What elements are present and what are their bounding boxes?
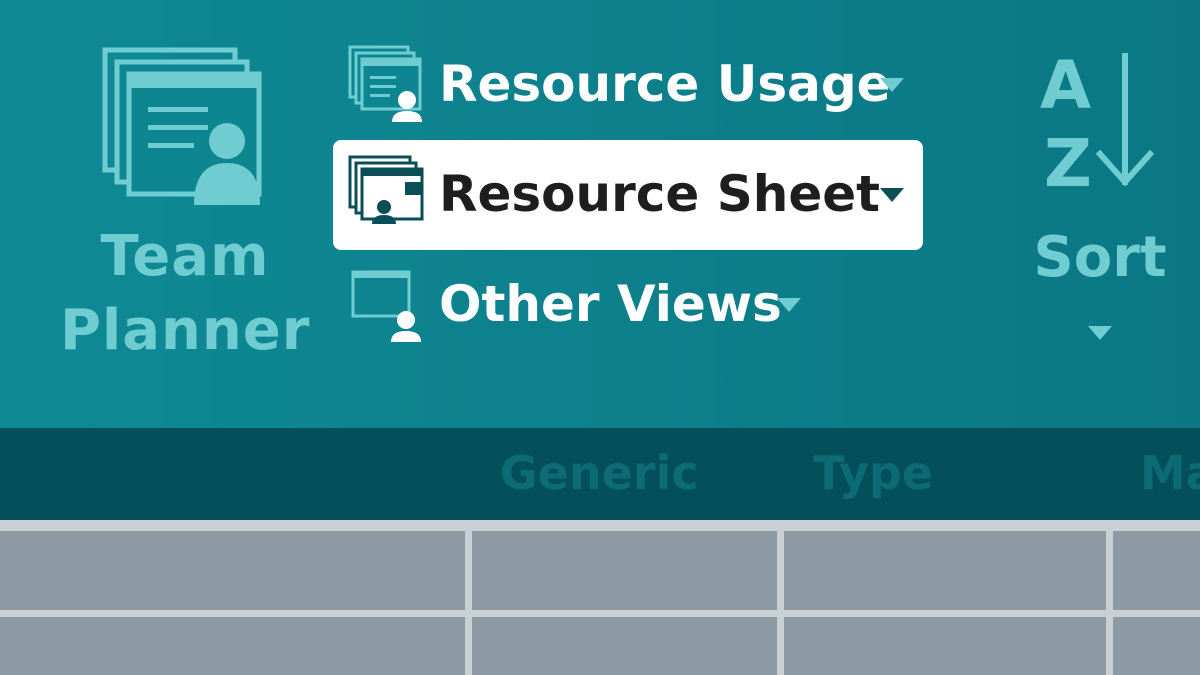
table-cell[interactable]	[0, 617, 465, 675]
chevron-down-icon[interactable]	[775, 295, 803, 315]
other-views-label: Other Views	[439, 275, 782, 333]
other-views-icon	[351, 270, 421, 342]
sort-label: Sort	[1033, 225, 1167, 290]
chevron-down-icon[interactable]	[878, 185, 906, 205]
ribbon: Team Planner Resource Usage Resource She…	[0, 0, 1200, 428]
sort-az-icon: A Z	[1040, 50, 1155, 200]
team-planner-label-line2: Planner	[60, 298, 311, 363]
table-header-row: Generic Type Ma	[0, 428, 1200, 520]
sort-button[interactable]: A Z Sort	[1020, 45, 1180, 355]
table-cell[interactable]	[784, 617, 1106, 675]
team-planner-label: Team Planner	[60, 220, 310, 368]
resource-sheet-icon	[348, 155, 424, 224]
column-header-generic[interactable]: Generic	[500, 442, 699, 504]
table-cell[interactable]	[472, 531, 777, 610]
team-planner-button[interactable]: Team Planner	[60, 40, 310, 380]
table-cell[interactable]	[1113, 531, 1200, 610]
team-planner-icon	[102, 47, 262, 205]
resource-grid	[0, 520, 1200, 675]
chevron-down-icon[interactable]	[1086, 323, 1114, 343]
column-header-type[interactable]: Type	[813, 442, 933, 504]
table-cell[interactable]	[784, 531, 1106, 610]
svg-text:Z: Z	[1044, 125, 1092, 200]
resource-sheet-button[interactable]: Resource Sheet	[333, 140, 923, 250]
resource-sheet-label: Resource Sheet	[439, 165, 881, 223]
column-header-max[interactable]: Ma	[1140, 442, 1200, 504]
table-cell[interactable]	[0, 531, 465, 610]
svg-text:A: A	[1040, 50, 1091, 124]
resource-usage-label: Resource Usage	[439, 55, 891, 113]
chevron-down-icon[interactable]	[878, 75, 906, 95]
table-cell[interactable]	[1113, 617, 1200, 675]
team-planner-label-line1: Team	[100, 224, 270, 289]
resource-usage-button[interactable]: Resource Usage	[333, 30, 923, 140]
other-views-button[interactable]: Other Views	[333, 250, 923, 360]
table-cell[interactable]	[472, 617, 777, 675]
resource-usage-icon	[348, 45, 422, 122]
